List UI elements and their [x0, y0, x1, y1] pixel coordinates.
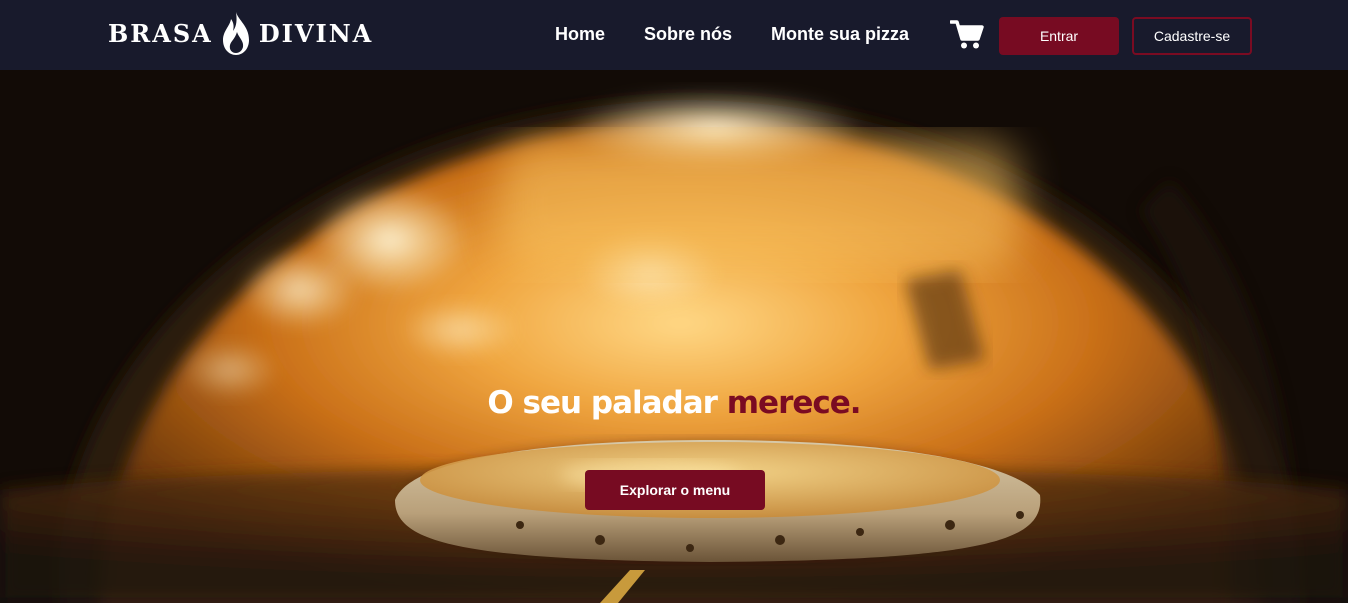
login-button[interactable]: Entrar — [999, 17, 1119, 55]
nav-link-sobre-nos[interactable]: Sobre nós — [644, 24, 732, 45]
signup-button[interactable]: Cadastre-se — [1132, 17, 1252, 55]
explore-menu-button[interactable]: Explorar o menu — [585, 470, 765, 510]
hero-title-main: O seu paladar — [487, 385, 718, 421]
brand-name-right: DIVINA — [258, 18, 374, 48]
nav-link-home[interactable]: Home — [555, 24, 605, 45]
brand-name-left: BRASA — [108, 18, 213, 48]
pizza-oven-background-image — [0, 70, 1348, 603]
flame-icon — [222, 12, 249, 55]
top-navbar: BRASA DIVINA Home Sobre nós Monte sua pi… — [0, 0, 1348, 70]
nav-link-monte-sua-pizza[interactable]: Monte sua pizza — [771, 24, 909, 45]
hero-title: O seu paladar merece. — [0, 385, 1348, 421]
hero-title-accent: merece. — [726, 385, 862, 421]
brand-logo[interactable]: BRASA DIVINA — [108, 10, 373, 56]
hero-section: O seu paladar merece. Explorar o menu — [0, 70, 1348, 603]
shopping-cart-icon[interactable] — [950, 17, 984, 51]
nav-links: Home Sobre nós Monte sua pizza — [555, 20, 909, 48]
